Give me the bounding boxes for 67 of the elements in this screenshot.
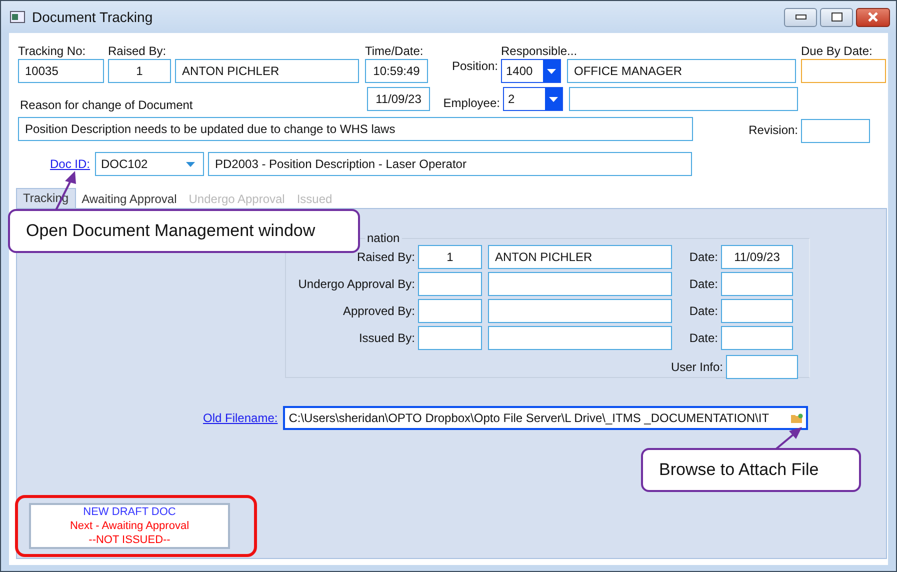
field-label: Tracking No: bbox=[18, 44, 87, 59]
field-label: Raised By: bbox=[108, 44, 168, 59]
field-label: Time/Date: bbox=[365, 44, 424, 59]
field-label: Undergo Approval By: bbox=[297, 276, 415, 292]
window-title: Document Tracking bbox=[32, 9, 153, 25]
raised-by-name-field[interactable]: ANTON PICHLER bbox=[175, 59, 359, 83]
minimize-button[interactable] bbox=[784, 8, 817, 26]
person-name-field[interactable] bbox=[488, 299, 672, 323]
old-filename-link[interactable]: Old Filename: bbox=[203, 411, 278, 425]
field-label: Approved By: bbox=[342, 304, 415, 318]
person-id-field[interactable] bbox=[418, 299, 482, 323]
field-label: Position: bbox=[450, 59, 498, 74]
field-label: Reason for change of Document bbox=[19, 98, 194, 113]
position-dropdown[interactable]: 1400 bbox=[501, 59, 561, 83]
time-field[interactable]: 10:59:49 bbox=[365, 59, 428, 83]
field-label: Date: bbox=[688, 304, 718, 318]
employee-name-field[interactable] bbox=[569, 87, 798, 111]
date-field[interactable]: 11/09/23 bbox=[721, 245, 793, 269]
field-label: User Info: bbox=[670, 360, 723, 374]
employee-dropdown[interactable]: 2 bbox=[503, 87, 563, 111]
field-label: Date: bbox=[688, 250, 718, 264]
field-label: Due By Date: bbox=[801, 44, 872, 59]
field-label: Issued By: bbox=[358, 330, 415, 346]
field-label: Employee: bbox=[442, 96, 500, 111]
status-text: --NOT ISSUED-- bbox=[88, 533, 170, 547]
maximize-button[interactable] bbox=[820, 8, 853, 26]
date-field[interactable] bbox=[721, 326, 793, 350]
position-name-field[interactable]: OFFICE MANAGER bbox=[567, 59, 796, 83]
reason-field[interactable]: Position Description needs to be updated due to change to WHS laws bbox=[18, 117, 693, 141]
user-info-field[interactable] bbox=[726, 355, 798, 379]
close-button[interactable] bbox=[856, 8, 890, 26]
maximize-icon bbox=[830, 12, 842, 22]
date-field[interactable] bbox=[721, 272, 793, 296]
date-field[interactable] bbox=[721, 299, 793, 323]
minimize-icon bbox=[794, 14, 806, 20]
dropdown-icon bbox=[549, 96, 558, 102]
person-id-field[interactable] bbox=[418, 326, 482, 350]
status-text: NEW DRAFT DOC bbox=[83, 505, 176, 519]
tab[interactable]: Awaiting Approval bbox=[76, 190, 183, 208]
document-title-field[interactable]: PD2003 - Position Description - Laser Operator bbox=[208, 152, 692, 176]
dropdown-icon bbox=[547, 68, 556, 74]
group-title: nation bbox=[366, 231, 401, 245]
window-icon bbox=[10, 11, 25, 23]
date-field[interactable]: 11/09/23 bbox=[367, 87, 430, 111]
person-name-field[interactable] bbox=[488, 326, 672, 350]
filename-field[interactable]: C:\Users\sheridan\OPTO Dropbox\Opto File Server\L Drive\_ITMS _DOCUMENTATION\IT bbox=[282, 406, 808, 430]
person-name-field[interactable]: ANTON PICHLER bbox=[488, 245, 672, 269]
doc-id-link[interactable]: Doc ID: bbox=[50, 157, 90, 171]
person-id-field[interactable]: 1 bbox=[418, 245, 482, 269]
tracking-number-field[interactable]: 10035 bbox=[18, 59, 104, 83]
section-label: Responsible... bbox=[501, 44, 578, 59]
person-id-field[interactable] bbox=[418, 272, 482, 296]
due-date-field[interactable] bbox=[801, 59, 886, 83]
close-icon bbox=[867, 12, 879, 22]
revision-field[interactable] bbox=[801, 119, 870, 143]
field-label: Date: bbox=[688, 276, 718, 292]
field-label: Date: bbox=[688, 330, 718, 346]
person-name-field[interactable] bbox=[488, 272, 672, 296]
callout: Browse to Attach File bbox=[641, 448, 861, 492]
arrow bbox=[775, 427, 802, 450]
raised-by-id-field[interactable]: 1 bbox=[108, 59, 171, 83]
field-label: Revision: bbox=[748, 122, 798, 138]
folder-icon[interactable] bbox=[790, 412, 803, 424]
doc-id-dropdown[interactable]: DOC102 bbox=[95, 152, 204, 176]
dropdown-icon bbox=[186, 162, 196, 166]
status-text: Next - Awaiting Approval bbox=[70, 519, 190, 533]
callout: Open Document Management window bbox=[8, 209, 360, 253]
